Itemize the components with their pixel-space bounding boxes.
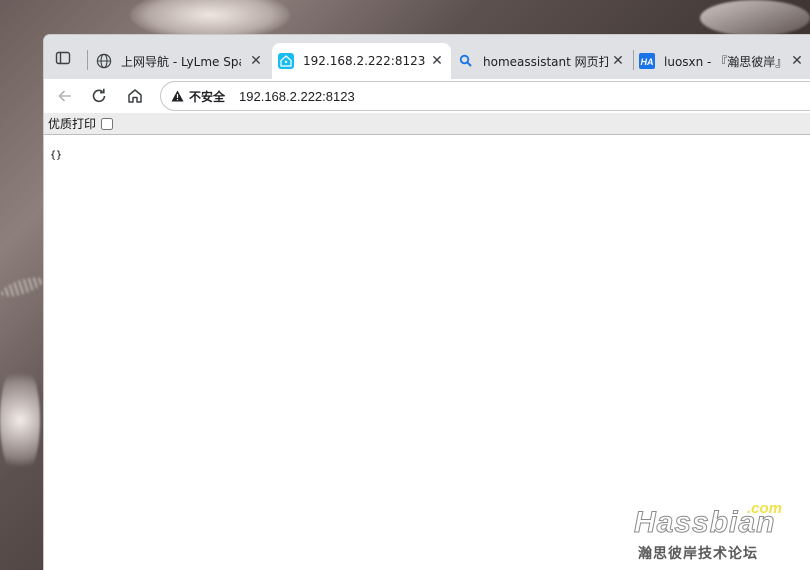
- warning-icon: [171, 90, 184, 102]
- tab-title: homeassistant 网页打不: [483, 54, 608, 69]
- json-body-text: {}: [50, 150, 63, 161]
- svg-text:HA: HA: [641, 57, 654, 67]
- tab-home-assistant[interactable]: 192.168.2.222:8123 ✕: [272, 43, 451, 79]
- tab-separator: [87, 50, 88, 70]
- search-icon: [458, 53, 474, 69]
- tab-title: 上网导航 - LyLme Spag: [121, 54, 241, 69]
- wallpaper-corner: [700, 0, 810, 36]
- tab-title: 192.168.2.222:8123: [303, 54, 426, 68]
- hassbian-watermark: .com Hassbian 瀚思彼岸技术论坛: [633, 500, 804, 565]
- close-icon[interactable]: ✕: [248, 53, 264, 69]
- reload-button[interactable]: [86, 83, 112, 109]
- browser-toolbar: 不安全 192.168.2.222:8123: [44, 79, 810, 113]
- hassbian-logo-icon: HA: [639, 53, 655, 69]
- tab-actions-button[interactable]: [52, 47, 74, 69]
- close-icon[interactable]: ✕: [789, 53, 805, 69]
- close-icon[interactable]: ✕: [429, 53, 445, 69]
- security-label: 不安全: [189, 89, 226, 104]
- print-quality-label: 优质打印: [48, 117, 97, 131]
- sidebar-panel-icon: [55, 51, 71, 65]
- home-assistant-icon: [278, 53, 294, 69]
- wallpaper-flower: [0, 360, 40, 480]
- tab-separator: [633, 50, 634, 70]
- print-option-bar: 优质打印: [44, 113, 810, 135]
- close-icon[interactable]: ✕: [610, 53, 626, 69]
- home-icon: [128, 89, 142, 103]
- tab-search-result[interactable]: homeassistant 网页打不 ✕: [452, 43, 632, 79]
- watermark-brand: Hassbian: [633, 506, 776, 540]
- tab-hassbian[interactable]: HA luosxn - 『瀚思彼岸』 ✕: [635, 43, 810, 79]
- globe-icon: [96, 53, 112, 69]
- tab-lylme[interactable]: 上网导航 - LyLme Spag ✕: [92, 43, 270, 79]
- back-button[interactable]: [52, 83, 78, 109]
- security-indicator[interactable]: 不安全: [171, 88, 225, 105]
- tab-strip: 上网导航 - LyLme Spag ✕ 192.168.2.222:8123 ✕: [44, 35, 810, 79]
- watermark-subtitle: 瀚思彼岸技术论坛: [638, 546, 758, 562]
- home-button[interactable]: [122, 83, 148, 109]
- browser-window: 上网导航 - LyLme Spag ✕ 192.168.2.222:8123 ✕: [43, 34, 810, 570]
- reload-icon: [92, 88, 106, 103]
- print-quality-checkbox[interactable]: [101, 117, 114, 130]
- address-bar[interactable]: 不安全 192.168.2.222:8123: [160, 81, 810, 111]
- wallpaper-detail: [0, 273, 46, 301]
- url-text[interactable]: 192.168.2.222:8123: [239, 89, 355, 104]
- arrow-left-icon: [58, 90, 71, 102]
- tab-title: luosxn - 『瀚思彼岸』: [664, 54, 788, 69]
